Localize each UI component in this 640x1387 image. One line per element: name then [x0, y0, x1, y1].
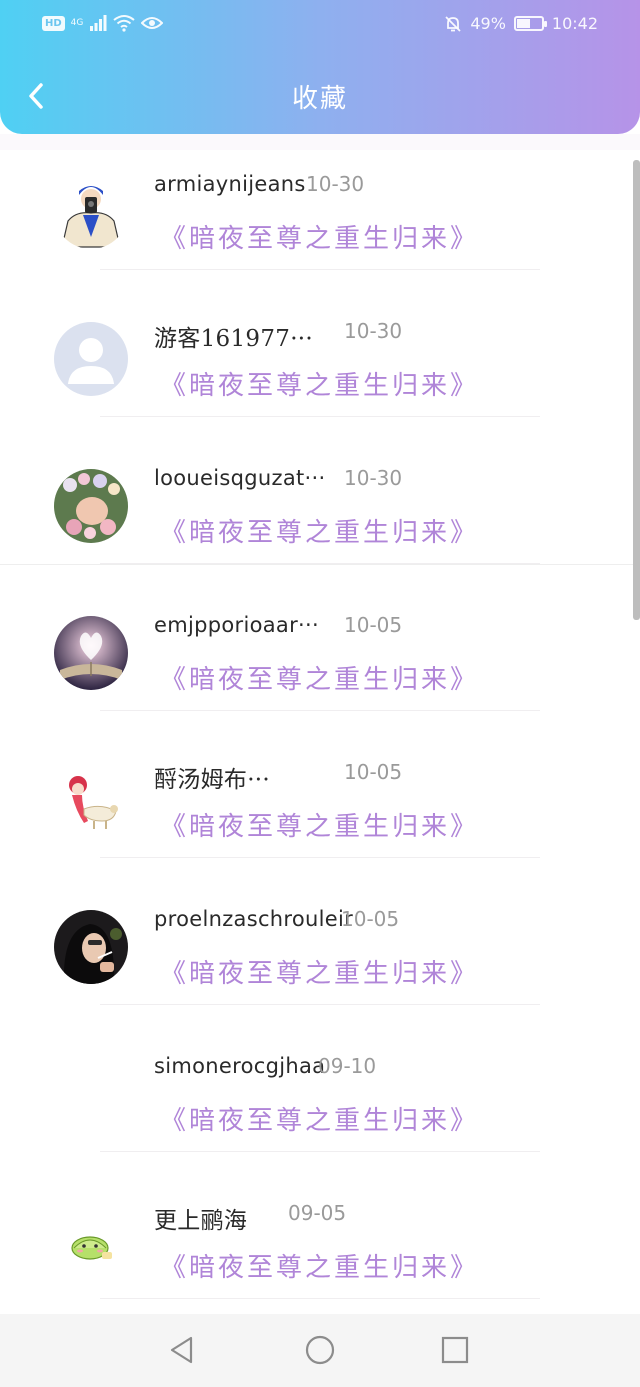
book-title-link[interactable]: 《暗夜至尊之重生归来》 [160, 1247, 479, 1284]
avatar[interactable] [54, 1204, 128, 1278]
username: 游客161977··· [154, 326, 314, 352]
avatar[interactable] [54, 322, 128, 396]
battery-fill [516, 19, 530, 28]
mute-bell-icon [445, 15, 461, 32]
signal-icon [90, 15, 107, 31]
avatar[interactable] [54, 469, 128, 543]
book-title-link[interactable]: 《暗夜至尊之重生归来》 [160, 806, 479, 843]
default-avatar-icon [54, 322, 128, 396]
favorite-date: 10-05 [344, 760, 403, 784]
avatar[interactable] [54, 910, 128, 984]
item-divider [100, 1151, 540, 1152]
item-divider [100, 1004, 540, 1005]
avatar[interactable] [54, 1057, 128, 1131]
avatar-image [54, 175, 128, 249]
nav-home-button[interactable] [302, 1332, 338, 1368]
back-triangle-icon [170, 1336, 193, 1364]
status-bar-right: 49% 10:42 [444, 14, 598, 33]
book-title-link[interactable]: 《暗夜至尊之重生归来》 [160, 365, 479, 402]
item-divider [100, 1298, 540, 1299]
favorite-date: 09-05 [288, 1201, 347, 1225]
wifi-icon [113, 15, 135, 32]
favorite-date: 09-10 [318, 1054, 377, 1078]
favorite-item[interactable]: proelnzaschrouleir 10-05 《暗夜至尊之重生归来》 [0, 885, 640, 1032]
home-circle-icon [305, 1335, 335, 1365]
favorite-date: 10-30 [306, 172, 365, 196]
avatar-image [54, 910, 128, 984]
status-bar-left: HD 4G [42, 14, 164, 32]
avatar[interactable] [54, 616, 128, 690]
item-divider [100, 710, 540, 711]
username: simonerocgjhaa [154, 1054, 326, 1078]
recents-square-icon [441, 1336, 469, 1364]
favorite-item[interactable]: armiaynijeans 10-30 《暗夜至尊之重生归来》 [0, 150, 640, 297]
book-title-link[interactable]: 《暗夜至尊之重生归来》 [160, 659, 479, 696]
username: armiaynijeans [154, 172, 306, 196]
item-divider [100, 857, 540, 858]
username: proelnzaschrouleir [154, 907, 354, 931]
battery-percent: 49% [470, 14, 506, 33]
favorite-item[interactable]: 更上鹂海 09-05 《暗夜至尊之重生归来》 [0, 1179, 640, 1326]
avatar[interactable] [54, 175, 128, 249]
favorite-item[interactable]: simonerocgjhaa 09-10 《暗夜至尊之重生归来》 [0, 1032, 640, 1179]
favorite-item[interactable]: emjpporioaar··· 10-05 《暗夜至尊之重生归来》 [0, 591, 640, 738]
username: 更上鹂海 [154, 1208, 248, 1234]
favorite-item[interactable]: 酹汤姆布··· 10-05 《暗夜至尊之重生归来》 [0, 738, 640, 885]
username: emjpporioaar··· [154, 613, 319, 637]
book-title-link[interactable]: 《暗夜至尊之重生归来》 [160, 512, 479, 549]
favorite-item[interactable]: looueisqguzat··· 10-30 《暗夜至尊之重生归来》 [0, 444, 640, 591]
favorite-date: 10-05 [341, 907, 400, 931]
book-title-link[interactable]: 《暗夜至尊之重生归来》 [160, 218, 479, 255]
avatar[interactable] [54, 763, 128, 837]
status-bar: HD 4G 49% 10:42 [0, 0, 640, 54]
page-title: 收藏 [291, 84, 348, 114]
eye-icon [141, 17, 164, 29]
system-nav-bar [0, 1314, 640, 1387]
nav-back-button[interactable] [164, 1332, 200, 1368]
scrollbar[interactable] [633, 160, 640, 620]
favorite-item[interactable]: 游客161977··· 10-30 《暗夜至尊之重生归来》 [0, 297, 640, 444]
item-divider [100, 269, 540, 270]
book-title-link[interactable]: 《暗夜至尊之重生归来》 [160, 953, 479, 990]
favorite-date: 10-30 [344, 466, 403, 490]
favorite-date: 10-05 [344, 613, 403, 637]
avatar-image [54, 616, 128, 690]
clock: 10:42 [551, 14, 598, 33]
item-divider [100, 416, 540, 417]
section-divider [0, 564, 640, 565]
list-top-spacer [0, 134, 640, 150]
battery-icon [513, 16, 547, 31]
nav-recents-button[interactable] [437, 1332, 473, 1368]
network-type: 4G [70, 18, 84, 28]
avatar-image [54, 469, 128, 543]
book-title-link[interactable]: 《暗夜至尊之重生归来》 [160, 1100, 479, 1137]
favorite-date: 10-30 [344, 319, 403, 343]
app-header: HD 4G 49% 10:42 收藏 [0, 0, 640, 134]
username: looueisqguzat··· [154, 466, 326, 490]
username: 酹汤姆布··· [154, 767, 271, 793]
avatar-image [54, 763, 128, 837]
hd-badge: HD [42, 15, 65, 31]
avatar-image [54, 1204, 128, 1278]
